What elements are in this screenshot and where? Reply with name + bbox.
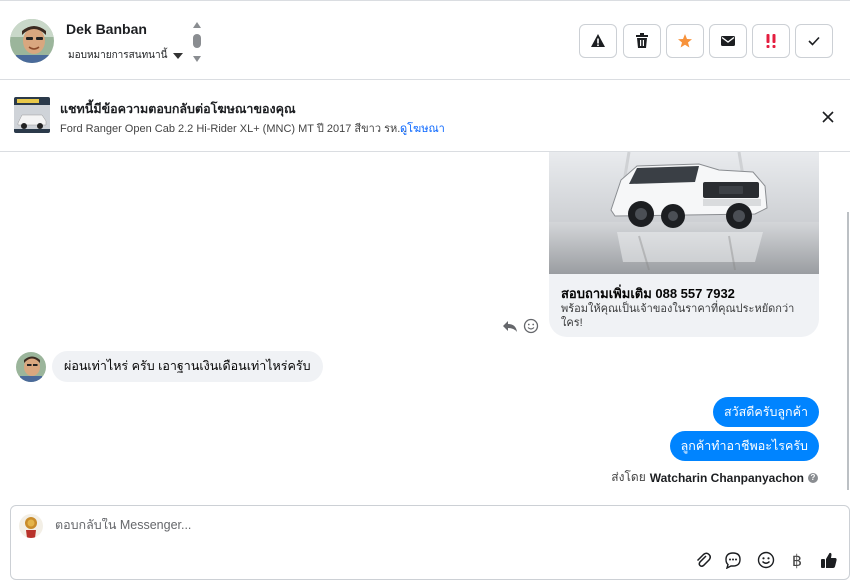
like-button[interactable] <box>819 550 839 570</box>
thumbs-up-icon <box>821 552 837 568</box>
message-thread: สอบถามเพิ่มเติม 088 557 7932 พร้อมให้คุณ… <box>0 152 850 504</box>
ad-thumbnail[interactable] <box>14 97 50 133</box>
sent-by-name: Watcharin Chanpanyachon <box>649 470 804 485</box>
contact-name[interactable]: Dek Banban <box>66 21 147 37</box>
saved-replies-button[interactable] <box>723 550 743 570</box>
view-ad-link[interactable]: ดูโฆษณา <box>400 119 445 137</box>
reply-button[interactable] <box>502 318 518 334</box>
spam-button[interactable] <box>579 24 617 58</box>
follow-up-button[interactable] <box>752 24 790 58</box>
down-arrow-icon <box>193 56 201 62</box>
star-icon <box>678 34 692 48</box>
react-button[interactable] <box>523 318 539 334</box>
sent-by-info: ส่งโดย Watcharin Chanpanyachon ? <box>611 468 818 487</box>
check-icon <box>808 36 820 46</box>
scroll-thumb-icon <box>193 34 201 48</box>
ad-card-subtitle: พร้อมให้คุณเป็นเจ้าของในราคาที่คุณประหยั… <box>561 303 795 329</box>
mark-unread-button[interactable] <box>709 24 747 58</box>
outgoing-message: สวัสดีครับลูกค้า <box>712 397 819 427</box>
incoming-message: ผ่อนเท่าไหร่ ครับ เอาฐานเงินเดือนเท่าไหร… <box>52 351 323 382</box>
sender-avatar[interactable] <box>16 352 46 382</box>
conversation-header: Dek Banban มอบหมายการสนทนานี้ <box>0 0 850 80</box>
chevron-down-icon <box>173 52 184 59</box>
close-icon <box>822 111 834 123</box>
page-avatar <box>19 514 43 538</box>
up-arrow-icon <box>193 22 201 28</box>
sent-by-prefix: ส่งโดย <box>611 470 646 484</box>
emoji-button[interactable] <box>756 550 776 570</box>
smiley-icon <box>523 318 539 334</box>
contact-avatar[interactable] <box>10 19 54 63</box>
reply-icon <box>503 321 517 332</box>
outgoing-message: ลูกค้าทำอาชีพอะไรครับ <box>669 431 819 461</box>
attach-button[interactable] <box>693 550 713 570</box>
warning-icon <box>591 34 605 47</box>
close-banner-button[interactable] <box>818 107 838 127</box>
star-button[interactable] <box>666 24 704 58</box>
chat-bubble-icon <box>725 552 741 569</box>
done-button[interactable] <box>795 24 833 58</box>
thread-scrollbar[interactable] <box>846 212 850 490</box>
ad-card-title: สอบถามเพิ่มเติม 088 557 7932 <box>561 286 735 301</box>
assign-label: มอบหมายการสนทนานี้ <box>68 50 168 61</box>
baht-icon: ฿ <box>791 550 803 570</box>
reply-composer: ฿ <box>10 505 850 580</box>
conversation-stepper[interactable] <box>190 19 204 65</box>
trash-icon <box>636 33 648 48</box>
ad-reply-banner: แชทนี้มีข้อความตอบกลับต่อโฆษณาของคุณ For… <box>0 80 850 152</box>
info-icon[interactable]: ? <box>808 472 818 483</box>
reply-input[interactable] <box>55 518 655 532</box>
ad-card-image <box>549 152 819 274</box>
exclamation-icon <box>766 34 776 48</box>
ad-description: Ford Ranger Open Cab 2.2 Hi-Rider XL+ (M… <box>60 123 407 135</box>
ad-card[interactable]: สอบถามเพิ่มเติม 088 557 7932 พร้อมให้คุณ… <box>549 152 819 337</box>
paperclip-icon <box>696 552 711 567</box>
delete-button[interactable] <box>623 24 661 58</box>
ad-banner-title: แชทนี้มีข้อความตอบกลับต่อโฆษณาของคุณ <box>60 102 296 116</box>
envelope-icon <box>721 36 735 46</box>
emoji-icon <box>757 551 775 569</box>
payment-button[interactable]: ฿ <box>787 550 807 570</box>
assign-conversation-dropdown[interactable]: มอบหมายการสนทนานี้ <box>68 48 184 63</box>
